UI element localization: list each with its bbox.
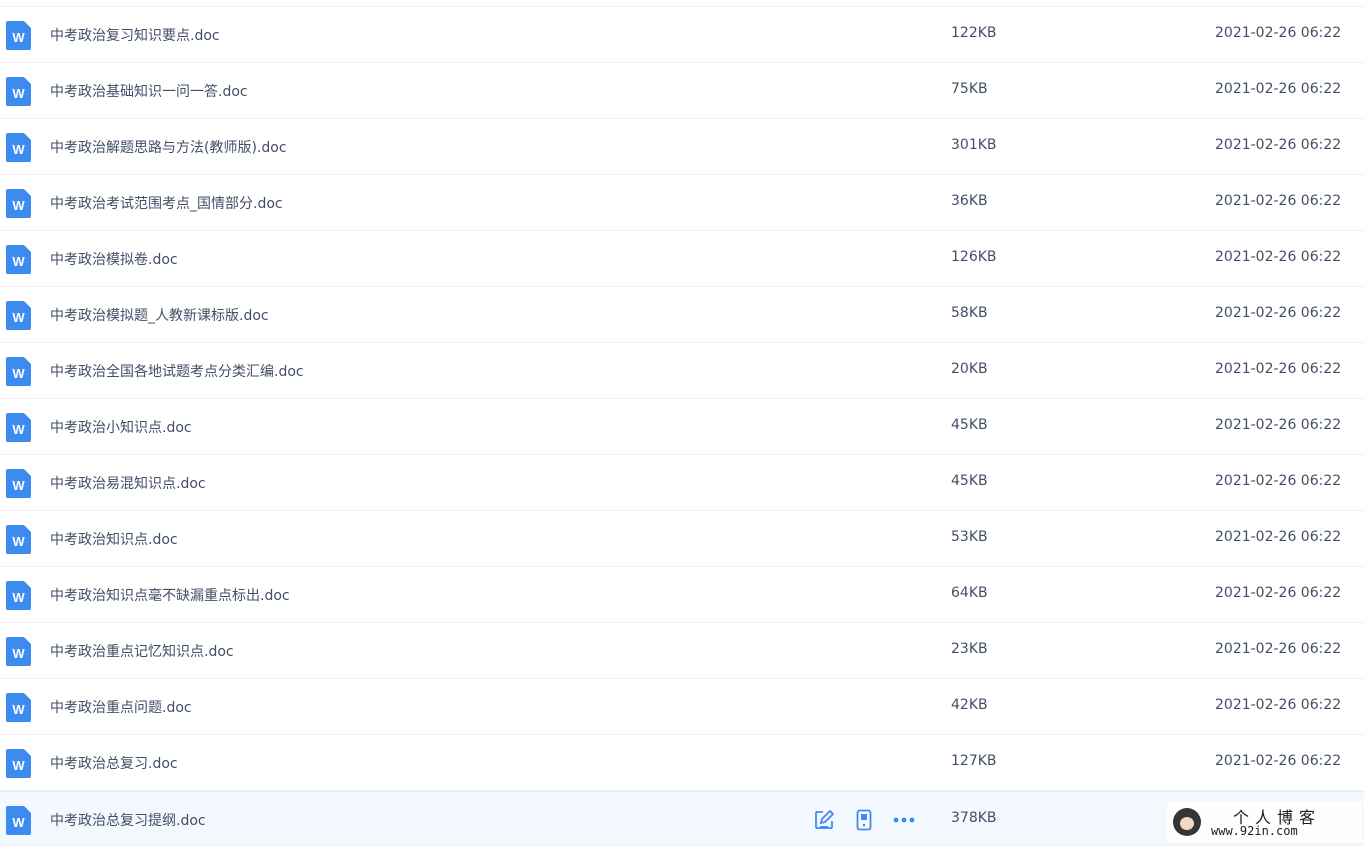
- file-date: 2021-02-26 06:22: [1215, 529, 1342, 545]
- file-row[interactable]: W 中考政治总复习提纲.doc 378KB: [0, 791, 1364, 846]
- word-doc-icon: W: [6, 301, 31, 330]
- file-size: 378KB: [951, 810, 997, 826]
- file-size: 53KB: [951, 529, 988, 545]
- word-doc-icon: W: [6, 77, 31, 106]
- word-doc-icon: W: [6, 581, 31, 610]
- file-row[interactable]: W 中考政治全国各地试题考点分类汇编.doc 20KB 2021-02-26 06:2…: [0, 343, 1364, 399]
- word-doc-icon-letter: W: [12, 422, 25, 437]
- file-date: 2021-02-26 06:22: [1215, 417, 1342, 433]
- file-name[interactable]: 中考政治解题思路与方法(教师版).doc: [50, 137, 287, 157]
- file-date: 2021-02-26 06:22: [1215, 25, 1342, 41]
- avatar: [1173, 808, 1201, 836]
- word-doc-icon-letter: W: [12, 534, 25, 549]
- file-row[interactable]: W 中考政治复习知识要点.doc 122KB 2021-02-26 06:22: [0, 6, 1364, 63]
- word-doc-icon: W: [6, 413, 31, 442]
- word-doc-icon: W: [6, 189, 31, 218]
- word-doc-icon: W: [6, 693, 31, 722]
- word-doc-icon: W: [6, 133, 31, 162]
- word-doc-icon-letter: W: [12, 310, 25, 325]
- word-doc-icon-letter: W: [12, 478, 25, 493]
- file-row[interactable]: W 中考政治重点问题.doc 42KB 2021-02-26 06:22: [0, 679, 1364, 735]
- phone-icon[interactable]: [852, 808, 875, 831]
- word-doc-icon-letter: W: [12, 198, 25, 213]
- word-doc-icon-letter: W: [12, 86, 25, 101]
- file-name[interactable]: 中考政治考试范围考点_国情部分.doc: [50, 193, 283, 213]
- word-doc-icon-letter: W: [12, 590, 25, 605]
- file-size: 127KB: [951, 753, 997, 769]
- word-doc-icon: W: [6, 21, 31, 50]
- word-doc-icon: W: [6, 469, 31, 498]
- file-name[interactable]: 中考政治复习知识要点.doc: [50, 25, 220, 45]
- word-doc-icon: W: [6, 806, 31, 835]
- file-date: 2021-02-26 06:22: [1215, 697, 1342, 713]
- row-actions: [812, 808, 915, 831]
- watermark: 个人博客 www.92in.com: [1167, 802, 1361, 842]
- file-date: 2021-02-26 06:22: [1215, 137, 1342, 153]
- file-date: 2021-02-26 06:22: [1215, 81, 1342, 97]
- watermark-url: www.92in.com: [1211, 824, 1298, 838]
- file-size: 42KB: [951, 697, 988, 713]
- word-doc-icon: W: [6, 637, 31, 666]
- word-doc-icon-letter: W: [12, 815, 25, 830]
- word-doc-icon-letter: W: [12, 142, 25, 157]
- file-date: 2021-02-26 06:22: [1215, 361, 1342, 377]
- file-date: 2021-02-26 06:22: [1215, 305, 1342, 321]
- file-name[interactable]: 中考政治总复习.doc: [50, 753, 178, 773]
- file-name[interactable]: 中考政治模拟题_人教新课标版.doc: [50, 305, 269, 325]
- word-doc-icon: W: [6, 749, 31, 778]
- word-doc-icon-letter: W: [12, 646, 25, 661]
- file-row[interactable]: W 中考政治知识点毫不缺漏重点标出.doc 64KB 2021-02-26 06:22: [0, 567, 1364, 623]
- file-name[interactable]: 中考政治小知识点.doc: [50, 417, 192, 437]
- file-name[interactable]: 中考政治易混知识点.doc: [50, 473, 206, 493]
- file-size: 58KB: [951, 305, 988, 321]
- file-size: 45KB: [951, 417, 988, 433]
- file-size: 20KB: [951, 361, 988, 377]
- file-name[interactable]: 中考政治知识点.doc: [50, 529, 178, 549]
- file-name[interactable]: 中考政治全国各地试题考点分类汇编.doc: [50, 361, 304, 381]
- file-row[interactable]: W 中考政治易混知识点.doc 45KB 2021-02-26 06:22: [0, 455, 1364, 511]
- word-doc-icon: W: [6, 357, 31, 386]
- file-row[interactable]: W 中考政治知识点.doc 53KB 2021-02-26 06:22: [0, 511, 1364, 567]
- file-size: 23KB: [951, 641, 988, 657]
- file-size: 301KB: [951, 137, 997, 153]
- file-date: 2021-02-26 06:22: [1215, 753, 1342, 769]
- word-doc-icon: W: [6, 245, 31, 274]
- file-row[interactable]: W 中考政治基础知识一问一答.doc 75KB 2021-02-26 06:22: [0, 63, 1364, 119]
- file-size: 36KB: [951, 193, 988, 209]
- file-list: W 中考政治复习知识要点.doc 122KB 2021-02-26 06:22 W 中考政…: [0, 6, 1364, 846]
- file-name[interactable]: 中考政治总复习提纲.doc: [50, 810, 206, 830]
- word-doc-icon-letter: W: [12, 30, 25, 45]
- file-row[interactable]: W 中考政治重点记忆知识点.doc 23KB 2021-02-26 06:22: [0, 623, 1364, 679]
- file-name[interactable]: 中考政治重点问题.doc: [50, 697, 192, 717]
- edit-icon[interactable]: [812, 808, 835, 831]
- word-doc-icon-letter: W: [12, 254, 25, 269]
- file-name[interactable]: 中考政治模拟卷.doc: [50, 249, 178, 269]
- file-date: 2021-02-26 06:22: [1215, 585, 1342, 601]
- file-size: 75KB: [951, 81, 988, 97]
- file-size: 122KB: [951, 25, 997, 41]
- file-size: 64KB: [951, 585, 988, 601]
- more-icon[interactable]: [892, 808, 915, 831]
- file-date: 2021-02-26 06:22: [1215, 473, 1342, 489]
- file-date: 2021-02-26 06:22: [1215, 249, 1342, 265]
- file-row[interactable]: W 中考政治模拟卷.doc 126KB 2021-02-26 06:22: [0, 231, 1364, 287]
- file-row[interactable]: W 中考政治小知识点.doc 45KB 2021-02-26 06:22: [0, 399, 1364, 455]
- word-doc-icon: W: [6, 525, 31, 554]
- file-name[interactable]: 中考政治重点记忆知识点.doc: [50, 641, 234, 661]
- file-size: 126KB: [951, 249, 997, 265]
- word-doc-icon-letter: W: [12, 758, 25, 773]
- word-doc-icon-letter: W: [12, 702, 25, 717]
- file-row[interactable]: W 中考政治总复习.doc 127KB 2021-02-26 06:22: [0, 735, 1364, 791]
- file-name[interactable]: 中考政治基础知识一问一答.doc: [50, 81, 248, 101]
- file-row[interactable]: W 中考政治解题思路与方法(教师版).doc 301KB 2021-02-26 06:…: [0, 119, 1364, 175]
- word-doc-icon-letter: W: [12, 366, 25, 381]
- file-row[interactable]: W 中考政治考试范围考点_国情部分.doc 36KB 2021-02-26 06:22: [0, 175, 1364, 231]
- file-date: 2021-02-26 06:22: [1215, 193, 1342, 209]
- file-name[interactable]: 中考政治知识点毫不缺漏重点标出.doc: [50, 585, 290, 605]
- file-row[interactable]: W 中考政治模拟题_人教新课标版.doc 58KB 2021-02-26 06:22: [0, 287, 1364, 343]
- file-date: 2021-02-26 06:22: [1215, 641, 1342, 657]
- file-size: 45KB: [951, 473, 988, 489]
